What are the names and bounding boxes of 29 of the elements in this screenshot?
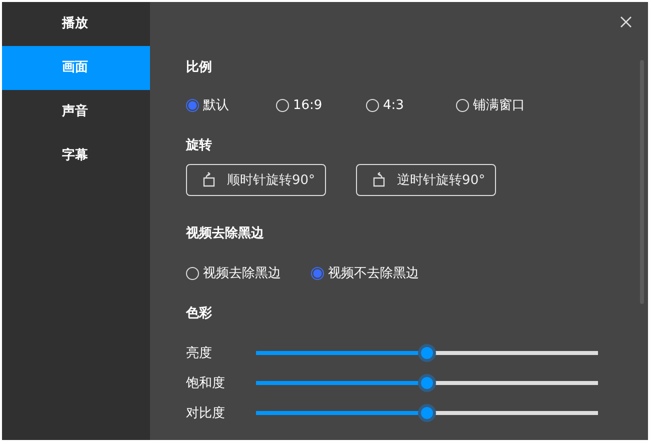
- slider-thumb[interactable]: [418, 404, 436, 422]
- sidebar-item[interactable]: 播放: [2, 2, 150, 46]
- rotate-icon: [371, 172, 388, 188]
- radio-button[interactable]: [311, 266, 324, 280]
- slider[interactable]: [256, 404, 598, 422]
- slider-label: 饱和度: [186, 375, 226, 392]
- close-icon[interactable]: [620, 16, 632, 28]
- slider[interactable]: [256, 374, 598, 392]
- sidebar-item[interactable]: 字幕: [2, 134, 150, 178]
- radio-label[interactable]: 视频去除黑边: [203, 264, 281, 282]
- section-heading: 视频去除黑边: [186, 225, 265, 243]
- section-heading: 旋转: [186, 137, 213, 155]
- slider-thumb[interactable]: [418, 344, 436, 362]
- radio-label[interactable]: 4:3: [383, 98, 404, 112]
- slider-label: 对比度: [186, 405, 226, 422]
- slider-thumb[interactable]: [418, 374, 436, 392]
- section-heading: 色彩: [186, 305, 213, 323]
- radio-label[interactable]: 视频不去除黑边: [328, 264, 419, 282]
- section-heading: 比例: [186, 59, 213, 77]
- slider[interactable]: [256, 344, 598, 362]
- radio-label[interactable]: 16:9: [293, 98, 322, 112]
- radio-label[interactable]: 铺满窗口: [473, 96, 525, 114]
- rotate-icon: [201, 172, 217, 188]
- radio-button[interactable]: [186, 98, 199, 112]
- rotate-button[interactable]: 顺时针旋转90°: [186, 164, 326, 196]
- slider-label: 亮度: [186, 345, 213, 362]
- sidebar-item[interactable]: 声音: [2, 90, 150, 134]
- rotate-button[interactable]: 逆时针旋转90°: [356, 164, 496, 196]
- radio-label[interactable]: 默认: [203, 96, 229, 114]
